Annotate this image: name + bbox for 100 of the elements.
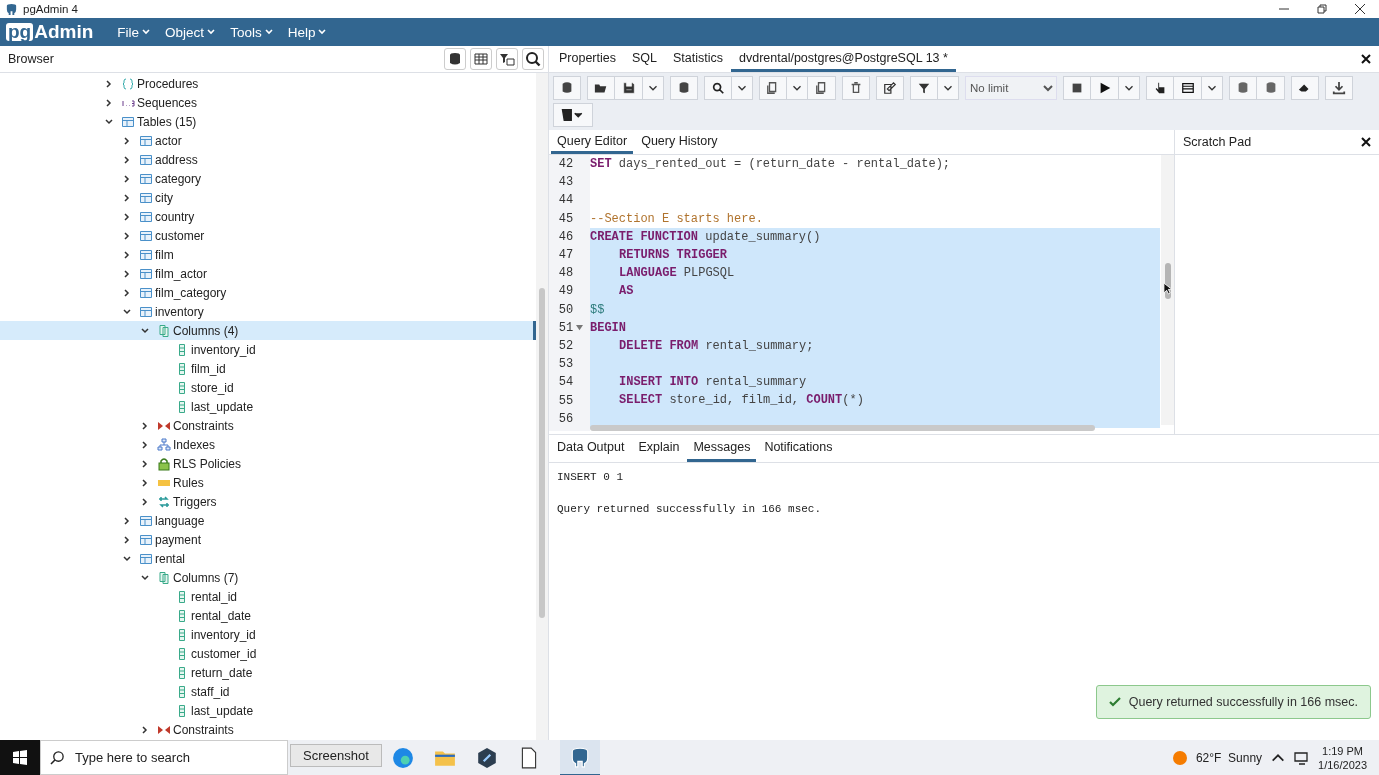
chevron-right-icon[interactable]: [122, 154, 132, 165]
toolbar-button[interactable]: [910, 76, 938, 100]
chevron-right-icon[interactable]: [140, 477, 150, 488]
close-icon[interactable]: [1355, 4, 1365, 14]
filter-table-icon[interactable]: [496, 48, 518, 70]
chevron-right-icon[interactable]: [122, 192, 132, 203]
tree-item[interactable]: city: [0, 188, 536, 207]
chevron-down-icon[interactable]: [122, 553, 132, 564]
result-tab[interactable]: Explain: [632, 435, 686, 462]
browser-app-icon[interactable]: [392, 746, 414, 769]
menu-item[interactable]: Tools: [226, 24, 278, 40]
tree-item[interactable]: film_category: [0, 283, 536, 302]
chevron-right-icon[interactable]: [140, 458, 150, 469]
tree-item[interactable]: staff_id: [0, 682, 536, 701]
tree-item[interactable]: film_id: [0, 359, 536, 378]
scrollbar-thumb[interactable]: [590, 425, 1095, 431]
row-limit-select[interactable]: No limit: [965, 76, 1057, 100]
panel-tab[interactable]: Statistics: [665, 46, 731, 72]
tree-item[interactable]: language: [0, 511, 536, 530]
tree-item[interactable]: category: [0, 169, 536, 188]
result-tab[interactable]: Messages: [687, 435, 757, 462]
macros-dropdown-button[interactable]: [553, 103, 593, 127]
dropdown-button[interactable]: [787, 76, 808, 100]
chevron-right-icon[interactable]: [140, 496, 150, 507]
tree-item[interactable]: last_update: [0, 397, 536, 416]
menu-item[interactable]: Help: [283, 24, 332, 40]
tree-item[interactable]: rental_id: [0, 587, 536, 606]
chevron-right-icon[interactable]: [140, 439, 150, 450]
dropdown-button[interactable]: [1119, 76, 1140, 100]
toolbar-button[interactable]: [1091, 76, 1119, 100]
tree-item[interactable]: country: [0, 207, 536, 226]
panel-tab[interactable]: SQL: [624, 46, 665, 72]
toolbar-button[interactable]: [1146, 76, 1174, 100]
tree-item[interactable]: return_date: [0, 663, 536, 682]
close-icon[interactable]: [1361, 54, 1371, 64]
search-field[interactable]: Type here to search: [40, 740, 288, 775]
editor-tab[interactable]: Query History: [635, 130, 724, 154]
chevron-right-icon[interactable]: [104, 78, 114, 89]
chevron-right-icon[interactable]: [140, 724, 150, 735]
tree-item[interactable]: Constraints: [0, 416, 536, 435]
chevron-right-icon[interactable]: [104, 97, 114, 108]
tree-item[interactable]: inventory: [0, 302, 536, 321]
chevron-down-icon[interactable]: [104, 116, 114, 127]
toolbar-button[interactable]: [1325, 76, 1353, 100]
chevron-right-icon[interactable]: [122, 287, 132, 298]
toolbar-button[interactable]: [670, 76, 698, 100]
menu-item[interactable]: File: [113, 24, 156, 40]
tree-item[interactable]: customer_id: [0, 644, 536, 663]
tree-item[interactable]: Tables (15): [0, 112, 536, 131]
restore-icon[interactable]: [1317, 4, 1327, 14]
tree-item[interactable]: RLS Policies: [0, 454, 536, 473]
dropdown-button[interactable]: [643, 76, 664, 100]
tree-item[interactable]: last_update: [0, 701, 536, 720]
chevron-down-icon[interactable]: [140, 325, 150, 336]
tree-item[interactable]: rental_date: [0, 606, 536, 625]
elephant-app-icon[interactable]: [560, 739, 600, 775]
tree-item[interactable]: customer: [0, 226, 536, 245]
chevron-down-icon[interactable]: [140, 572, 150, 583]
chevron-right-icon[interactable]: [140, 420, 150, 431]
tree-item[interactable]: Constraints: [0, 720, 536, 739]
panel-tab[interactable]: Properties: [551, 46, 624, 72]
table-icon[interactable]: [470, 48, 492, 70]
tree-item[interactable]: film: [0, 245, 536, 264]
menu-item[interactable]: Object: [161, 24, 221, 40]
tree-item[interactable]: Procedures: [0, 74, 536, 93]
result-tab[interactable]: Notifications: [758, 435, 839, 462]
dropdown-button[interactable]: [732, 76, 753, 100]
clock-time[interactable]: 1:19 PM: [1322, 743, 1363, 758]
tree-item[interactable]: Columns (7): [0, 568, 536, 587]
tree-item[interactable]: Indexes: [0, 435, 536, 454]
chevron-right-icon[interactable]: [122, 230, 132, 241]
tree-item[interactable]: Rules: [0, 473, 536, 492]
chevron-right-icon[interactable]: [122, 211, 132, 222]
chevron-right-icon[interactable]: [122, 135, 132, 146]
toolbar-button[interactable]: [704, 76, 732, 100]
toolbar-button[interactable]: [615, 76, 643, 100]
dropdown-button[interactable]: [1202, 76, 1223, 100]
toolbar-button[interactable]: [808, 76, 836, 100]
dropdown-button[interactable]: [938, 76, 959, 100]
tree-item[interactable]: inventory_id: [0, 625, 536, 644]
weather-text[interactable]: 62°F Sunny: [1195, 750, 1263, 765]
fold-triangle-icon[interactable]: [576, 324, 584, 332]
toolbar-button[interactable]: [587, 76, 615, 100]
database-icon[interactable]: [444, 48, 466, 70]
tree-item[interactable]: inventory_id: [0, 340, 536, 359]
chevron-right-icon[interactable]: [122, 268, 132, 279]
tree-item[interactable]: payment: [0, 530, 536, 549]
toolbar-button[interactable]: [1174, 76, 1202, 100]
search-icon[interactable]: [522, 48, 544, 70]
hexagon-app-icon[interactable]: [476, 746, 498, 769]
toolbar-button[interactable]: [1291, 76, 1319, 100]
chevron-right-icon[interactable]: [122, 534, 132, 545]
toolbar-button[interactable]: [876, 76, 904, 100]
tree-item[interactable]: actor: [0, 131, 536, 150]
toolbar-button[interactable]: [1063, 76, 1091, 100]
result-tab[interactable]: Data Output: [551, 435, 631, 462]
scrollbar-thumb[interactable]: [539, 288, 545, 618]
tree-item[interactable]: address: [0, 150, 536, 169]
tree-item[interactable]: Triggers: [0, 492, 536, 511]
chevron-right-icon[interactable]: [122, 515, 132, 526]
